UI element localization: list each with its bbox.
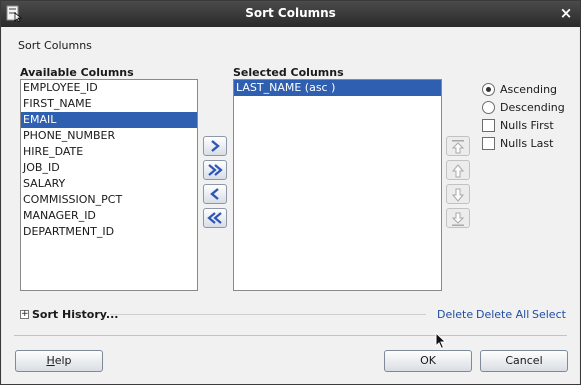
move-up-button[interactable]: [446, 160, 470, 180]
dialog-body: Sort Columns Available Columns EMPLOYEE_…: [2, 27, 579, 384]
available-column-item[interactable]: JOB_ID: [21, 160, 197, 176]
available-column-item[interactable]: SALARY: [21, 176, 197, 192]
close-icon[interactable]: ×: [558, 4, 574, 22]
selected-column-item[interactable]: LAST_NAME (asc ): [234, 80, 441, 96]
nulls-first-option[interactable]: Nulls First: [482, 117, 554, 133]
sort-history-label: Sort History...: [32, 308, 119, 321]
footer-divider: [14, 335, 567, 336]
sort-history-divider: [110, 314, 426, 315]
nulls-last-checkbox[interactable]: [482, 136, 495, 150]
move-down-icon: [451, 188, 465, 202]
available-columns-list[interactable]: EMPLOYEE_ID FIRST_NAME EMAIL PHONE_NUMBER HI…: [20, 79, 198, 291]
available-column-item[interactable]: COMMISSION_PCT: [21, 192, 197, 208]
move-bottom-icon: [451, 212, 465, 226]
selected-columns-label: Selected Columns: [233, 66, 344, 79]
move-all-right-icon: [208, 164, 223, 176]
help-label-rest: elp: [54, 354, 72, 367]
help-button[interactable]: Help: [15, 350, 103, 372]
delete-link[interactable]: Delete: [437, 308, 473, 321]
section-title: Sort Columns: [18, 39, 92, 52]
ok-button[interactable]: OK: [384, 350, 472, 372]
expand-icon: +: [20, 309, 29, 319]
nulls-first-label: Nulls First: [500, 118, 554, 132]
ascending-radio[interactable]: [482, 82, 495, 96]
sort-history-toggle[interactable]: + Sort History...: [20, 308, 118, 321]
selected-columns-list[interactable]: LAST_NAME (asc ): [233, 79, 442, 291]
move-bottom-button[interactable]: [446, 208, 470, 228]
move-all-right-button[interactable]: [203, 160, 227, 180]
nulls-last-option[interactable]: Nulls Last: [482, 135, 553, 151]
nulls-first-checkbox[interactable]: [482, 118, 495, 132]
move-right-button[interactable]: [203, 136, 227, 156]
title-bar[interactable]: Sort Columns ×: [1, 1, 580, 27]
move-top-icon: [451, 140, 465, 154]
delete-all-link[interactable]: Delete All: [476, 308, 529, 321]
descending-label: Descending: [500, 100, 565, 114]
available-column-item[interactable]: MANAGER_ID: [21, 208, 197, 224]
move-left-button[interactable]: [203, 184, 227, 204]
descending-option[interactable]: Descending: [482, 99, 565, 115]
sort-columns-dialog: Sort Columns × Sort Columns Available Co…: [0, 0, 581, 385]
cancel-button[interactable]: Cancel: [480, 350, 568, 372]
available-column-item[interactable]: DEPARTMENT_ID: [21, 224, 197, 240]
help-mnemonic: H: [46, 354, 55, 367]
available-columns-label: Available Columns: [20, 66, 134, 79]
move-up-icon: [451, 164, 465, 178]
mouse-cursor-icon: [435, 332, 447, 350]
nulls-last-label: Nulls Last: [500, 136, 554, 150]
ascending-label: Ascending: [500, 82, 558, 96]
select-link[interactable]: Select: [532, 308, 566, 321]
move-down-button[interactable]: [446, 184, 470, 204]
available-column-item[interactable]: EMAIL: [21, 112, 197, 128]
move-all-left-icon: [207, 212, 222, 224]
window-title: Sort Columns: [245, 6, 336, 20]
move-right-icon: [211, 140, 220, 152]
move-left-icon: [210, 188, 219, 200]
move-all-left-button[interactable]: [203, 208, 227, 228]
move-top-button[interactable]: [446, 136, 470, 156]
available-column-item[interactable]: EMPLOYEE_ID: [21, 80, 197, 96]
available-column-item[interactable]: FIRST_NAME: [21, 96, 197, 112]
available-column-item[interactable]: PHONE_NUMBER: [21, 128, 197, 144]
descending-radio[interactable]: [482, 100, 495, 114]
available-column-item[interactable]: HIRE_DATE: [21, 144, 197, 160]
ascending-option[interactable]: Ascending: [482, 81, 557, 97]
